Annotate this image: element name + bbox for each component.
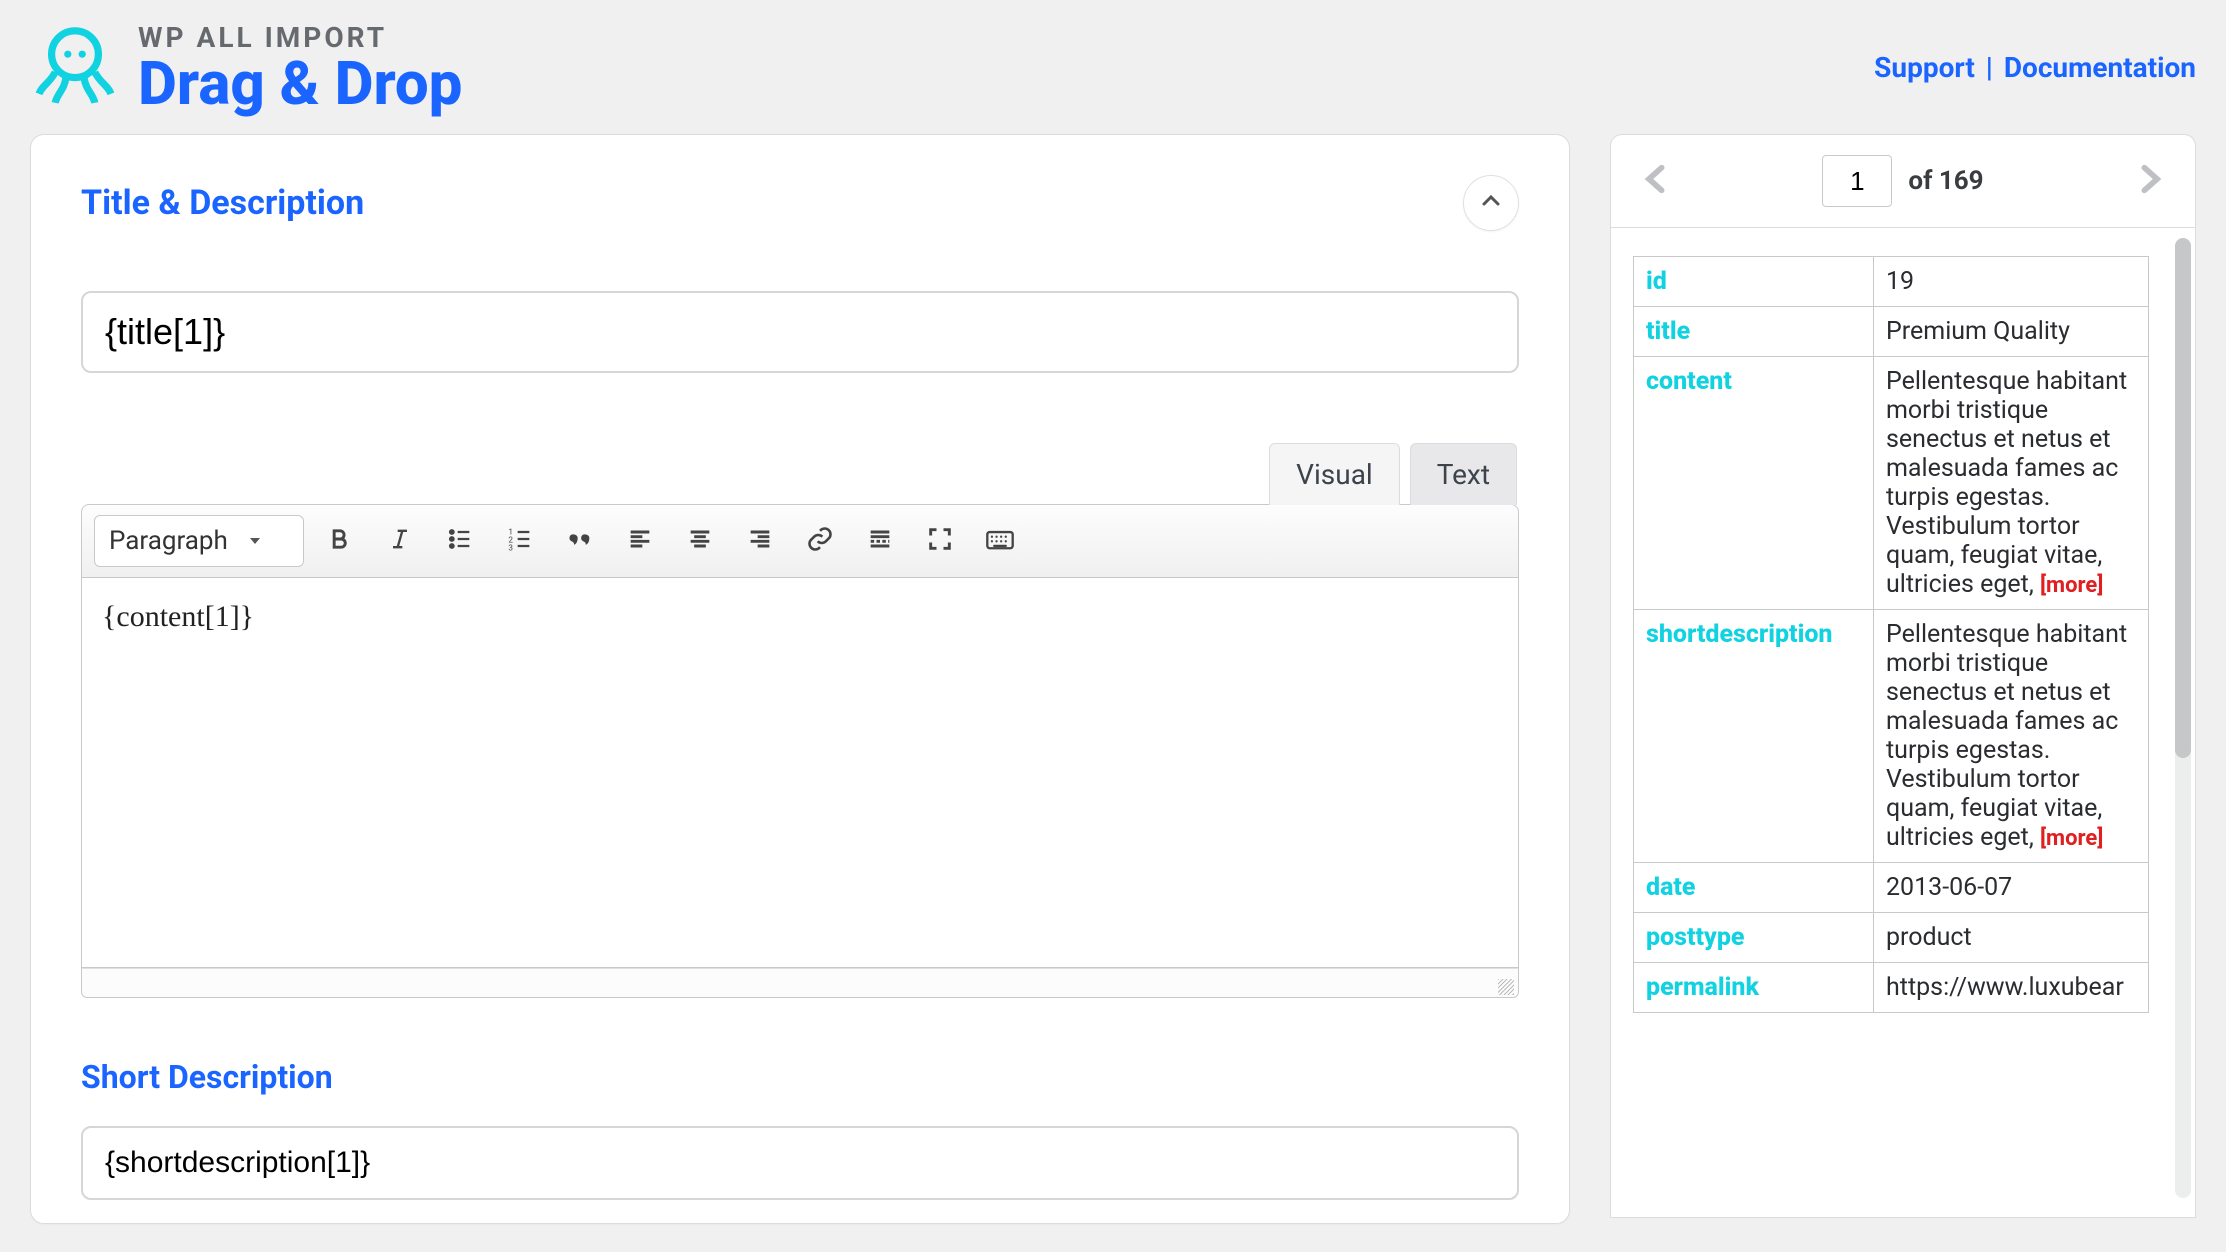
record-table: id19titlePremium QualitycontentPellentes… <box>1633 256 2149 1013</box>
tab-text[interactable]: Text <box>1410 443 1517 505</box>
record-preview-sidebar: of 169 id19titlePremium QualitycontentPe… <box>1610 134 2196 1224</box>
chevron-right-icon <box>2133 186 2167 205</box>
resize-grip[interactable] <box>1498 979 1514 995</box>
align-right-icon <box>746 525 774 557</box>
link-separator: | <box>1986 51 1993 84</box>
italic-icon <box>386 525 414 557</box>
record-key: posttype <box>1634 913 1874 963</box>
keyboard-icon <box>985 525 1015 557</box>
table-row[interactable]: date2013-06-07 <box>1634 863 2149 913</box>
blockquote-button[interactable] <box>556 517 604 565</box>
record-value: https://www.luxubear <box>1874 963 2149 1013</box>
record-key: permalink <box>1634 963 1874 1013</box>
chevron-up-icon <box>1479 189 1503 217</box>
italic-button[interactable] <box>376 517 424 565</box>
table-row[interactable]: posttypeproduct <box>1634 913 2149 963</box>
table-row[interactable]: contentPellentesque habitant morbi trist… <box>1634 357 2149 610</box>
record-value: Pellentesque habitant morbi tristique se… <box>1874 610 2149 863</box>
table-row[interactable]: shortdescriptionPellentesque habitant mo… <box>1634 610 2149 863</box>
record-key: content <box>1634 357 1874 610</box>
align-left-button[interactable] <box>616 517 664 565</box>
table-row[interactable]: permalinkhttps://www.luxubear <box>1634 963 2149 1013</box>
read-more-icon <box>866 525 894 557</box>
record-value: 2013-06-07 <box>1874 863 2149 913</box>
record-pager: of 169 <box>1610 134 2196 228</box>
title-input[interactable] <box>81 291 1519 373</box>
read-more-button[interactable] <box>856 517 904 565</box>
documentation-link[interactable]: Documentation <box>2004 51 2196 84</box>
record-key: shortdescription <box>1634 610 1874 863</box>
record-key: title <box>1634 307 1874 357</box>
fullscreen-button[interactable] <box>916 517 964 565</box>
caret-down-icon <box>247 526 263 556</box>
bold-icon <box>326 525 354 557</box>
short-description-input[interactable] <box>81 1126 1519 1200</box>
bullet-list-icon <box>446 525 474 557</box>
section-title: Title & Description <box>81 183 364 223</box>
format-select[interactable]: Paragraph <box>94 515 304 567</box>
more-link[interactable]: [more] <box>2040 826 2103 851</box>
record-table-wrap: id19titlePremium QualitycontentPellentes… <box>1610 228 2196 1218</box>
tab-visual[interactable]: Visual <box>1269 443 1400 505</box>
support-link[interactable]: Support <box>1874 51 1975 84</box>
octopus-icon <box>30 20 120 114</box>
record-value: product <box>1874 913 2149 963</box>
bullet-list-button[interactable] <box>436 517 484 565</box>
page-header: WP ALL IMPORT Drag & Drop Support | Docu… <box>0 0 2226 134</box>
chevron-left-icon <box>1639 186 1673 205</box>
quote-icon <box>566 525 594 557</box>
editor-tabs: Visual Text <box>81 443 1517 505</box>
align-center-icon <box>686 525 714 557</box>
align-center-button[interactable] <box>676 517 724 565</box>
next-record-button[interactable] <box>2129 153 2171 209</box>
header-links: Support | Documentation <box>1874 51 2196 84</box>
table-row[interactable]: id19 <box>1634 257 2149 307</box>
title-description-panel: Title & Description Visual Text Paragrap… <box>30 134 1570 1224</box>
editor-toolbar: Paragraph 123 <box>81 504 1519 578</box>
collapse-button[interactable] <box>1463 175 1519 231</box>
record-key: id <box>1634 257 1874 307</box>
more-link[interactable]: [more] <box>2040 573 2103 598</box>
page-number-input[interactable] <box>1822 155 1892 207</box>
link-icon <box>806 525 834 557</box>
fullscreen-icon <box>926 525 954 557</box>
editor-statusbar <box>81 968 1519 998</box>
record-value: Premium Quality <box>1874 307 2149 357</box>
short-description-title: Short Description <box>81 1058 1519 1096</box>
scrollbar-thumb[interactable] <box>2175 238 2191 758</box>
content-editor[interactable]: {content[1]} <box>81 578 1519 968</box>
align-right-button[interactable] <box>736 517 784 565</box>
link-button[interactable] <box>796 517 844 565</box>
bold-button[interactable] <box>316 517 364 565</box>
prev-record-button[interactable] <box>1635 153 1677 209</box>
record-value: Pellentesque habitant morbi tristique se… <box>1874 357 2149 610</box>
toolbar-toggle-button[interactable] <box>976 517 1024 565</box>
logo: WP ALL IMPORT Drag & Drop <box>30 20 462 114</box>
align-left-icon <box>626 525 654 557</box>
format-select-label: Paragraph <box>109 526 228 556</box>
numbered-list-icon: 123 <box>506 525 534 557</box>
numbered-list-button[interactable]: 123 <box>496 517 544 565</box>
svg-text:3: 3 <box>508 543 513 553</box>
record-key: date <box>1634 863 1874 913</box>
table-row[interactable]: titlePremium Quality <box>1634 307 2149 357</box>
logo-title: Drag & Drop <box>138 54 462 114</box>
page-total-label: of 169 <box>1908 166 1983 196</box>
record-value: 19 <box>1874 257 2149 307</box>
